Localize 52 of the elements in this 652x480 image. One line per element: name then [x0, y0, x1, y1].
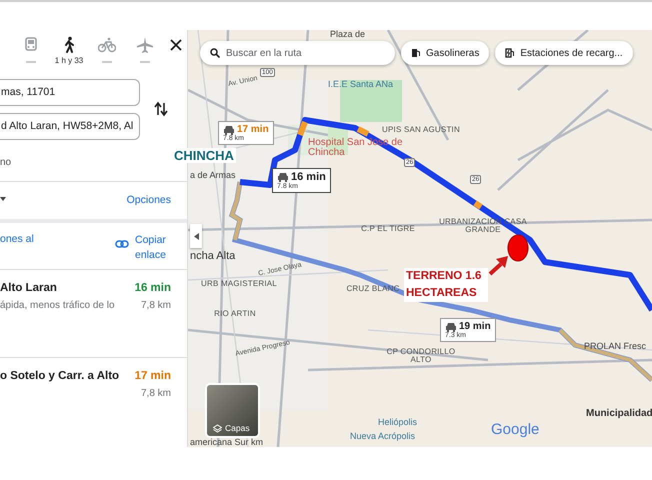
link-icon — [115, 238, 129, 249]
train-icon — [22, 36, 40, 54]
copy-link-button[interactable]: Copiar enlace — [135, 232, 171, 263]
map-label: PROLAN Fresc — [584, 342, 646, 351]
map-label: RIO ARTIN — [213, 310, 257, 318]
airplane-icon — [136, 36, 154, 54]
map-label: americana Sur km — [190, 438, 264, 447]
route-detail: ápida, menos tráfico de lo — [0, 300, 116, 311]
map-logo: Google — [491, 421, 540, 438]
car-icon — [445, 322, 457, 332]
route-time: 16 min — [134, 282, 171, 294]
swap-arrows-icon[interactable] — [154, 101, 168, 118]
route-time: 17 min — [134, 370, 171, 382]
route-distance: 7,8 km — [140, 388, 171, 400]
map-label: a de Armas — [190, 171, 236, 180]
map-label: URB MAGISTERIAL — [200, 280, 278, 288]
options-button[interactable]: Opciones — [126, 194, 171, 206]
collapse-panel-button[interactable] — [190, 224, 202, 248]
caret-icon[interactable] — [0, 197, 8, 204]
route-title[interactable]: o Sotelo y Carr. a Alto — [0, 370, 135, 382]
map-label: Nueva Acrópolis — [350, 432, 416, 441]
route-title[interactable]: Alto Laran — [0, 282, 135, 294]
location-marker — [507, 234, 529, 262]
travel-mode-tab[interactable]: 1 h y 33 — [50, 36, 88, 65]
map-label: Plaza de — [330, 30, 366, 39]
map-label: UPIS SAN AGUSTIN — [381, 126, 461, 134]
map-label: I.E.E Santa ANa — [328, 80, 394, 89]
search-icon — [210, 48, 220, 58]
map-label: C.P EL TIGRE — [360, 225, 416, 233]
car-icon — [223, 124, 235, 134]
annotation-label: TERRENO 1.6 HECTAREAS — [404, 268, 488, 302]
map-label: ncha Alta — [190, 251, 236, 262]
map-label: CHINCHA — [172, 148, 236, 163]
map-label: CP CONDORILLO ALTO — [386, 348, 456, 364]
bicycle-icon — [98, 36, 116, 54]
filter-chip[interactable]: Estaciones de recarg... — [495, 41, 633, 65]
arrow — [488, 256, 508, 276]
map-label: Municipalidad — [586, 409, 652, 419]
layers-button[interactable]: Capas — [205, 383, 260, 438]
search-field[interactable]: Buscar en la ruta — [200, 41, 395, 65]
charging-station-icon — [505, 48, 516, 58]
route-distance: 7,8 km — [140, 300, 171, 311]
close-icon[interactable] — [168, 37, 184, 53]
destination-field[interactable]: d Alto Laran, HW58+2M8, Al — [0, 112, 140, 140]
car-icon — [277, 172, 289, 182]
fuel-pump-icon — [411, 48, 421, 58]
origin-field[interactable]: mas, 11701 — [0, 78, 140, 106]
map-label: Heliópolis — [378, 418, 418, 427]
send-directions-link[interactable]: ones al — [0, 232, 34, 269]
filter-chip[interactable]: Gasolineras — [401, 41, 490, 65]
layers-icon — [213, 424, 222, 433]
chevron-left-icon — [194, 232, 198, 240]
